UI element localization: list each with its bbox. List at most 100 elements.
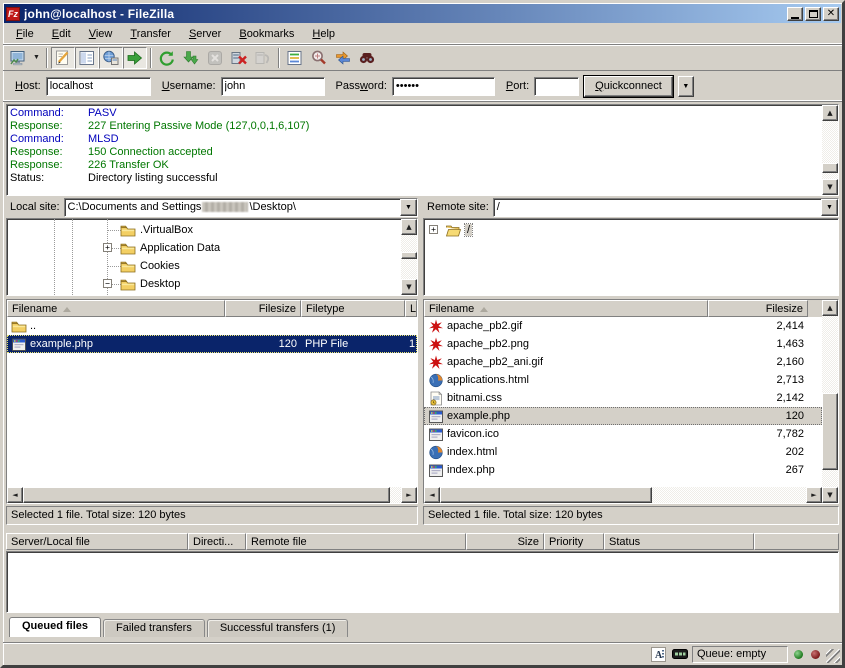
remote-site-combobox[interactable]: / ▼ [493, 198, 839, 217]
remote-list-scrollbar[interactable]: ▲▼ [822, 300, 838, 503]
remote-file-row[interactable]: bitnami.css2,142 [424, 389, 822, 407]
menu-item-server[interactable]: Server [180, 26, 230, 42]
remote-file-row[interactable]: apache_pb2_ani.gif2,160 [424, 353, 822, 371]
tab-failed-transfers[interactable]: Failed transfers [103, 619, 205, 637]
local-file-list[interactable]: FilenameFilesizeFiletypeL ..example.php1… [6, 299, 418, 504]
remote-file-row[interactable]: apache_pb2.png1,463 [424, 335, 822, 353]
site-manager-button[interactable] [6, 47, 30, 69]
local-site-dropdown-button[interactable]: ▼ [400, 199, 417, 216]
menu-item-edit[interactable]: Edit [43, 26, 80, 42]
remote-file-list[interactable]: FilenameFilesize apache_pb2.gif2,414apac… [423, 299, 839, 504]
local-tree-scrollbar[interactable]: ▲▼ [401, 219, 417, 295]
toggle-local-tree-button[interactable] [75, 47, 99, 69]
find-files-button[interactable] [355, 47, 379, 69]
toggle-remote-tree-button[interactable] [99, 47, 123, 69]
local-tree-scrollbar-thumb[interactable] [401, 252, 417, 259]
cancel-button[interactable] [203, 47, 227, 69]
log-scrollbar-up-arrow[interactable]: ▲ [822, 105, 838, 121]
local-column-filetype[interactable]: Filetype [301, 300, 405, 317]
queue-column-status[interactable]: Status [604, 533, 754, 550]
remote-file-row[interactable]: favicon.ico7,782 [424, 425, 822, 443]
tree-item-desktop[interactable]: −Desktop [7, 275, 401, 293]
expand-icon[interactable]: + [103, 243, 112, 252]
local-column-l[interactable]: L [405, 300, 417, 317]
remote-list-hscrollbar-left-arrow[interactable]: ◄ [424, 487, 440, 503]
remote-list-hscrollbar-right-arrow[interactable]: ► [806, 487, 822, 503]
menu-item-file[interactable]: File [7, 26, 43, 42]
tree-item-application-data[interactable]: +Application Data [7, 239, 401, 257]
resize-grip[interactable] [826, 649, 840, 663]
expand-icon[interactable]: + [429, 225, 438, 234]
remote-file-row[interactable]: apache_pb2.gif2,414 [424, 317, 822, 335]
local-file-row[interactable]: example.php120PHP File1 [7, 335, 417, 353]
username-input[interactable] [221, 77, 325, 96]
remote-site-dropdown-button[interactable]: ▼ [821, 199, 838, 216]
log-scrollbar-thumb[interactable] [822, 163, 838, 173]
tab-successful-transfers-1-[interactable]: Successful transfers (1) [207, 619, 349, 637]
title-bar[interactable]: Fz john@localhost - FileZilla ✕ [4, 4, 841, 23]
local-column-filesize[interactable]: Filesize [225, 300, 301, 317]
disconnect-button[interactable] [227, 47, 251, 69]
remote-file-row[interactable]: index.html202 [424, 443, 822, 461]
queue-column-remotefile[interactable]: Remote file [246, 533, 466, 550]
queue-body[interactable] [6, 551, 839, 613]
password-input[interactable] [392, 77, 495, 96]
speed-limit-icon[interactable] [671, 646, 688, 662]
local-tree-scrollbar-up-arrow[interactable]: ▲ [401, 219, 417, 235]
log-scrollbar-down-arrow[interactable]: ▼ [822, 179, 838, 195]
menu-item-help[interactable]: Help [303, 26, 344, 42]
tab-queued-files[interactable]: Queued files [9, 617, 101, 637]
minimize-button[interactable] [787, 7, 803, 21]
local-tree-scrollbar-track[interactable] [401, 235, 417, 279]
tree-item--virtualbox[interactable]: .VirtualBox [7, 221, 401, 239]
remote-directory-tree[interactable]: +/ [423, 218, 839, 296]
port-input[interactable] [534, 77, 579, 96]
local-list-hscrollbar-left-arrow[interactable]: ◄ [7, 487, 23, 503]
menu-item-view[interactable]: View [80, 26, 122, 42]
menu-item-bookmarks[interactable]: Bookmarks [230, 26, 303, 42]
host-input[interactable] [46, 77, 151, 96]
remote-list-hscrollbar[interactable]: ◄► [424, 487, 822, 503]
reconnect-button[interactable] [251, 47, 275, 69]
local-list-hscrollbar-thumb[interactable] [23, 487, 390, 503]
queue-column-directi[interactable]: Directi... [188, 533, 246, 550]
remote-list-scrollbar-down-arrow[interactable]: ▼ [822, 487, 838, 503]
process-queue-button[interactable] [179, 47, 203, 69]
local-directory-tree[interactable]: .VirtualBox+Application DataCookies−Desk… [6, 218, 418, 296]
local-list-hscrollbar-track[interactable] [23, 487, 401, 503]
toggle-queue-button[interactable] [123, 47, 147, 69]
queue-column-size[interactable]: Size [466, 533, 544, 550]
remote-column-filesize[interactable]: Filesize [708, 300, 808, 317]
menu-item-transfer[interactable]: Transfer [121, 26, 180, 42]
local-list-hscrollbar-right-arrow[interactable]: ► [401, 487, 417, 503]
quickconnect-dropdown-button[interactable]: ▼ [678, 76, 694, 97]
local-site-combobox[interactable]: C:\Documents and Settings\Desktop\ ▼ [64, 198, 418, 217]
local-list-hscrollbar[interactable]: ◄► [7, 487, 417, 503]
toggle-message-log-button[interactable] [51, 47, 75, 69]
filter-button[interactable] [283, 47, 307, 69]
maximize-button[interactable] [805, 7, 821, 21]
tree-item-root[interactable]: +/ [424, 221, 838, 239]
remote-list-hscrollbar-thumb[interactable] [440, 487, 652, 503]
local-tree-scrollbar-down-arrow[interactable]: ▼ [401, 279, 417, 295]
remote-list-scrollbar-thumb[interactable] [822, 393, 838, 470]
remote-list-hscrollbar-track[interactable] [440, 487, 806, 503]
local-column-filename[interactable]: Filename [7, 300, 225, 317]
remote-column-filename[interactable]: Filename [424, 300, 708, 317]
queue-column-priority[interactable]: Priority [544, 533, 604, 550]
queue-column-serverlocalfile[interactable]: Server/Local file [6, 533, 188, 550]
transfer-type-icon[interactable]: A [650, 646, 667, 662]
log-scrollbar[interactable]: ▲▼ [822, 105, 838, 195]
synchronized-browsing-button[interactable] [331, 47, 355, 69]
collapse-icon[interactable]: − [103, 279, 112, 288]
remote-file-row[interactable]: index.php267 [424, 461, 822, 479]
close-button[interactable]: ✕ [823, 7, 839, 21]
directory-comparison-button[interactable] [307, 47, 331, 69]
remote-file-row[interactable]: applications.html2,713 [424, 371, 822, 389]
refresh-button[interactable] [155, 47, 179, 69]
local-file-row[interactable]: .. [7, 317, 417, 335]
site-manager-dropdown-button[interactable]: ▼ [30, 47, 43, 69]
remote-list-scrollbar-up-arrow[interactable]: ▲ [822, 300, 838, 316]
remote-file-row[interactable]: example.php120 [424, 407, 822, 425]
quickconnect-button[interactable]: Quickconnect [584, 76, 673, 97]
